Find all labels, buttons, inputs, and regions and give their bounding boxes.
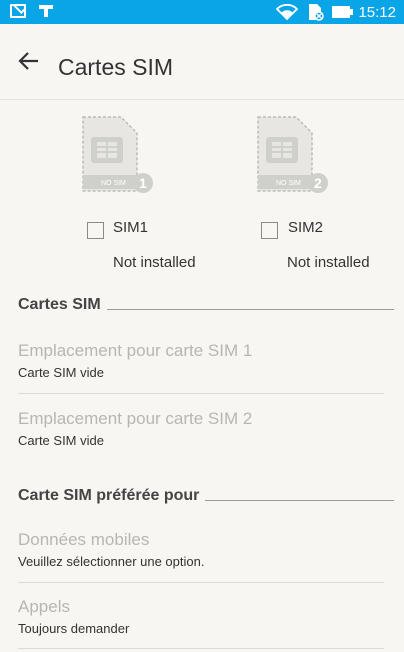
sim-slot-1-item[interactable]: Emplacement pour carte SIM 1 Carte SIM v… <box>18 341 388 380</box>
section-divider-line <box>205 499 394 501</box>
app-bar: Cartes SIM <box>0 24 404 100</box>
tool-icon <box>38 4 54 18</box>
calls-title: Appels <box>18 597 70 616</box>
arrow-left-icon[interactable] <box>18 50 40 72</box>
sim2-checkbox[interactable] <box>261 222 278 239</box>
sim-slot-1-title: Emplacement pour carte SIM 1 <box>18 341 253 360</box>
mobile-data-item[interactable]: Données mobiles Veuillez sélectionner un… <box>18 530 388 569</box>
section-title-sim-cards: Cartes SIM <box>18 296 101 313</box>
sim1-status: Not installed <box>113 254 196 271</box>
sim1-label: SIM1 <box>113 219 149 236</box>
list-divider <box>18 393 384 394</box>
wifi-icon <box>276 4 299 20</box>
sim1-number: 1 <box>139 175 147 191</box>
sim-slot-2-item[interactable]: Emplacement pour carte SIM 2 Carte SIM v… <box>18 409 388 448</box>
sim2-badge-text: NO SIM <box>276 180 301 187</box>
sim2-card-icon: NO SIM 2 <box>254 115 328 197</box>
status-time: 15:12 <box>358 3 396 21</box>
section-header-preferred-sim: Carte SIM préférée pour <box>18 487 394 505</box>
sim-slot-1-summary: Carte SIM vide <box>18 365 104 380</box>
sim1-badge-text: NO SIM <box>101 180 126 187</box>
section-divider-line <box>106 308 394 310</box>
sim-slot-2-summary: Carte SIM vide <box>18 433 104 448</box>
sim-slot-2-title: Emplacement pour carte SIM 2 <box>18 409 253 428</box>
calls-item[interactable]: Appels Toujours demander <box>18 597 388 636</box>
mobile-data-title: Données mobiles <box>18 530 150 549</box>
status-bar: 15:12 <box>0 0 404 24</box>
section-title-preferred-sim: Carte SIM préférée pour <box>18 487 200 504</box>
calls-summary: Toujours demander <box>18 621 130 636</box>
sim2-label: SIM2 <box>288 219 324 236</box>
sim1-card-icon: NO SIM 1 <box>79 115 153 197</box>
sim2-status: Not installed <box>287 254 370 271</box>
page-title: Cartes SIM <box>58 54 174 80</box>
battery-icon <box>332 6 354 18</box>
sim-status-icon <box>306 3 325 21</box>
mail-icon <box>10 4 26 18</box>
list-divider <box>18 648 384 649</box>
sim2-number: 2 <box>314 175 322 191</box>
section-header-sim-cards: Cartes SIM <box>18 296 394 314</box>
sim1-checkbox[interactable] <box>87 222 104 239</box>
mobile-data-summary: Veuillez sélectionner une option. <box>18 554 205 569</box>
list-divider <box>18 582 384 583</box>
